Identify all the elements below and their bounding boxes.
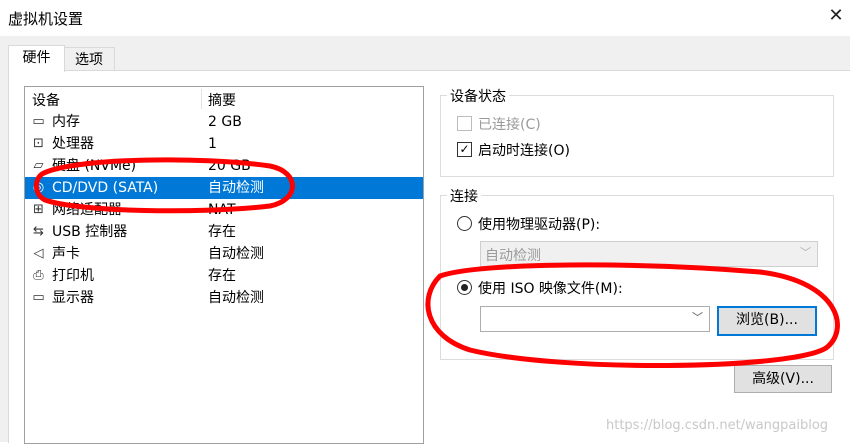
physical-drive-label: 使用物理驱动器(P): <box>478 217 601 233</box>
tab-options[interactable]: 选项 <box>63 47 115 72</box>
processor-icon: ⊡ <box>33 136 44 151</box>
tab-hardware-label: 硬件 <box>22 50 51 66</box>
chevron-down-icon: ﹀ <box>800 246 811 259</box>
device-row[interactable]: ◁ 声卡 自动检测 <box>25 243 423 265</box>
device-summary: 1 <box>208 136 217 152</box>
device-row[interactable]: ⇆ USB 控制器 存在 <box>25 221 423 243</box>
connection-title: 连接 <box>447 186 481 206</box>
title-bar: 虚拟机设置 ✕ <box>0 0 850 36</box>
close-icon[interactable]: ✕ <box>824 4 848 28</box>
watermark: https://blog.csdn.net/wangpaiblog <box>606 418 829 433</box>
iso-file-radio[interactable] <box>457 280 472 295</box>
device-list[interactable]: 设备 摘要 ▭ 内存 2 GB ⊡ 处理器 1 ▱ 硬盘 (NVMe) 20 GB ◎ CD/DVD… <box>24 86 424 444</box>
memory-icon: ▭ <box>32 114 45 129</box>
device-summary: 20 GB <box>208 158 251 174</box>
usb-controller-icon: ⇆ <box>33 224 44 239</box>
device-summary: 自动检测 <box>208 180 264 196</box>
device-row[interactable]: ▭ 内存 2 GB <box>25 111 423 133</box>
checkmark-icon: ✓ <box>459 142 470 156</box>
tab-hardware[interactable]: 硬件 <box>8 45 65 72</box>
device-row[interactable]: ⊞ 网络适配器 NAT <box>25 199 423 221</box>
tab-options-label: 选项 <box>75 52 103 68</box>
device-name: 打印机 <box>52 268 94 284</box>
hard-disk-icon: ▱ <box>33 158 44 173</box>
device-summary: 自动检测 <box>208 246 264 262</box>
device-row[interactable]: ◎ CD/DVD (SATA) 自动检测 <box>25 177 423 199</box>
printer-icon: ⎙ <box>33 268 44 283</box>
display-icon: ▭ <box>32 290 45 305</box>
device-row[interactable]: ⎙ 打印机 存在 <box>25 265 423 287</box>
advanced-button[interactable]: 高级(V)... <box>734 365 832 393</box>
browse-button[interactable]: 浏览(B)... <box>717 306 817 336</box>
device-list-header: 设备 摘要 <box>25 87 423 111</box>
cd-dvd-icon: ◎ <box>32 180 45 195</box>
connected-checkbox[interactable] <box>457 116 472 131</box>
chevron-down-icon: ﹀ <box>692 311 703 324</box>
network-adapter-icon: ⊞ <box>33 202 44 217</box>
device-status-title: 设备状态 <box>447 86 509 106</box>
device-summary: 存在 <box>208 268 236 284</box>
window-title: 虚拟机设置 <box>8 10 84 28</box>
device-name: CD/DVD (SATA) <box>52 180 159 196</box>
device-name: 显示器 <box>52 290 94 306</box>
physical-drive-select[interactable]: 自动检测 ﹀ <box>480 241 818 267</box>
connect-at-power-on-checkbox[interactable]: ✓ <box>457 142 472 157</box>
device-row[interactable]: ▱ 硬盘 (NVMe) 20 GB <box>25 155 423 177</box>
radio-selected-dot <box>461 284 468 291</box>
device-row[interactable]: ▭ 显示器 自动检测 <box>25 287 423 309</box>
device-name: 处理器 <box>52 136 94 152</box>
connected-label: 已连接(C) <box>478 117 541 133</box>
column-header-device[interactable]: 设备 <box>32 90 60 110</box>
device-name: 网络适配器 <box>52 202 122 218</box>
device-summary: 存在 <box>208 224 236 240</box>
connect-at-power-on-label: 启动时连接(O) <box>478 143 570 159</box>
device-name: 硬盘 (NVMe) <box>52 158 137 174</box>
column-header-summary[interactable]: 摘要 <box>208 90 236 110</box>
iso-file-label: 使用 ISO 映像文件(M): <box>478 281 623 297</box>
physical-drive-radio[interactable] <box>457 216 472 231</box>
device-summary: NAT <box>208 202 236 218</box>
device-name: 内存 <box>52 114 80 130</box>
device-status-group <box>440 95 834 177</box>
sound-card-icon: ◁ <box>33 246 44 261</box>
column-divider[interactable] <box>201 89 202 109</box>
physical-drive-value: 自动检测 <box>485 248 541 264</box>
device-row[interactable]: ⊡ 处理器 1 <box>25 133 423 155</box>
device-name: USB 控制器 <box>52 224 128 240</box>
iso-path-combobox[interactable]: ﹀ <box>480 306 710 332</box>
device-summary: 自动检测 <box>208 290 264 306</box>
device-name: 声卡 <box>52 246 80 262</box>
device-summary: 2 GB <box>208 114 242 130</box>
